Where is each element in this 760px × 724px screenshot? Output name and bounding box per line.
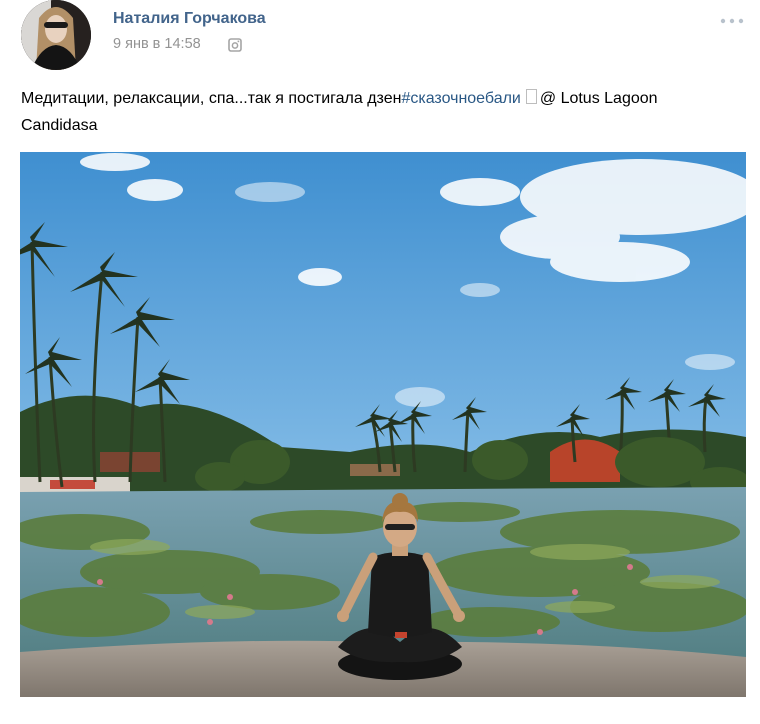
author-avatar[interactable] — [21, 0, 91, 70]
lagoon-meditation-photo — [20, 152, 746, 697]
instagram-camera-icon[interactable] — [228, 38, 242, 52]
avatar-image — [21, 0, 91, 70]
post-text-main: Медитации, релаксации, спа...так я пости… — [21, 90, 402, 107]
more-dots-icon[interactable] — [716, 10, 748, 30]
wall-post: Наталия Горчакова 9 янв в 14:58 Медитаци… — [0, 0, 760, 724]
post-photo[interactable] — [20, 152, 746, 697]
hashtag-link[interactable]: #сказочноебали — [401, 90, 520, 107]
emoji-placeholder-icon — [525, 89, 537, 104]
author-name-link[interactable]: Наталия Горчакова — [113, 10, 266, 28]
post-text: Медитации, релаксации, спа...так я пости… — [21, 85, 736, 139]
post-date[interactable]: 9 янв в 14:58 — [113, 36, 201, 52]
